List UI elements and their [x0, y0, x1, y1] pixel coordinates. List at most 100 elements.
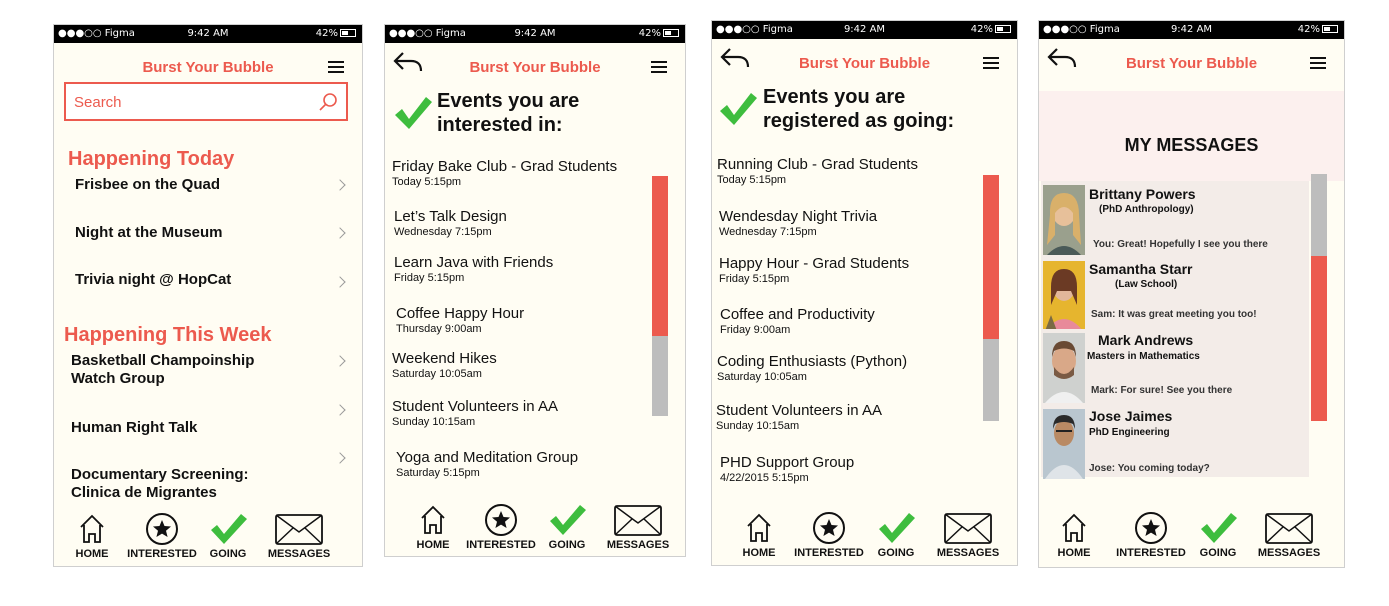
nav-home-label: HOME [742, 547, 776, 559]
nav-messages-label: MESSAGES [936, 547, 1000, 559]
contact-degree: (Law School) [1115, 279, 1178, 290]
message-card[interactable]: Jose Jaimes PhD Engineering Jose: You co… [1041, 405, 1309, 479]
event-time: Friday 9:00am [720, 324, 791, 336]
chevron-right-icon[interactable] [334, 404, 346, 416]
event-item[interactable]: Documentary Screening: Clinica de Migran… [71, 466, 249, 502]
page-title: Events you are registered as going: [763, 85, 954, 133]
event-item[interactable]: Human Right Talk [71, 419, 197, 437]
page-title-line2: interested in: [437, 114, 563, 136]
search-input[interactable]: Search [64, 82, 348, 121]
event-item[interactable]: Basketball Champoinship Watch Group [71, 352, 254, 388]
home-icon [80, 514, 104, 543]
nav-interested[interactable]: INTERESTED [122, 512, 202, 560]
nav-interested[interactable]: INTERESTED [461, 503, 541, 551]
event-list-item[interactable]: Running Club - Grad Students Today 5:15pm [717, 156, 918, 186]
menu-icon[interactable] [651, 61, 667, 76]
avatar [1043, 409, 1085, 479]
message-preview: You: Great! Hopefully I see you there [1093, 239, 1268, 250]
event-name: Weekend Hikes [392, 350, 497, 367]
menu-icon[interactable] [328, 61, 344, 76]
nav-home[interactable]: HOME [70, 512, 114, 560]
event-list-item[interactable]: Yoga and Meditation Group Saturday 5:15pm [396, 449, 578, 479]
nav-interested-label: INTERESTED [794, 547, 864, 559]
nav-interested[interactable]: INTERESTED [1111, 511, 1191, 559]
scrollbar-thumb[interactable] [652, 176, 668, 336]
nav-messages[interactable]: MESSAGES [603, 503, 673, 551]
event-list-item[interactable]: Wendesday Night Trivia Wednesday 7:15pm [719, 208, 877, 238]
nav-going[interactable]: GOING [1194, 511, 1242, 559]
event-list-item[interactable]: Happy Hour - Grad Students Friday 5:15pm [719, 255, 909, 285]
message-card[interactable]: Samantha Starr (Law School) Sam: It was … [1041, 257, 1309, 331]
event-name: Coding Enthusiasts (Python) [717, 353, 908, 370]
chevron-right-icon[interactable] [334, 452, 346, 464]
event-list-item[interactable]: Coding Enthusiasts (Python) Saturday 10:0… [717, 353, 907, 383]
menu-icon[interactable] [983, 57, 999, 72]
chevron-right-icon[interactable] [334, 276, 346, 288]
scrollbar-track[interactable] [1311, 174, 1327, 256]
event-list-item[interactable]: Student Volunteers in AA Sunday 10:15am [716, 402, 882, 432]
event-item[interactable]: Night at the Museum [75, 224, 223, 242]
home-icon [747, 513, 771, 542]
chevron-right-icon[interactable] [334, 227, 346, 239]
search-placeholder: Search [74, 94, 122, 111]
event-list-item[interactable]: Coffee Happy Hour Thursday 9:00am [396, 305, 524, 335]
event-list-item[interactable]: PHD Support Group 4/22/2015 5:15pm [720, 454, 854, 484]
event-name: Running Club - Grad Students [717, 156, 918, 173]
chevron-right-icon[interactable] [334, 179, 346, 191]
contact-name: Mark Andrews [1098, 332, 1194, 348]
contact-degree: PhD Engineering [1089, 427, 1170, 438]
event-name: PHD Support Group [720, 454, 855, 471]
contact-degree: Masters in Mathematics [1087, 351, 1200, 362]
screen-messages: ●●●○○ Figma 9:42 AM 42% Burst Your Bubbl… [1038, 20, 1345, 568]
event-name: Learn Java with Friends [394, 254, 554, 271]
battery-label: 42% [638, 28, 661, 39]
battery-icon [995, 25, 1011, 33]
app-title: Burst Your Bubble [469, 59, 601, 76]
event-list-item[interactable]: Let’s Talk Design Wednesday 7:15pm [394, 208, 507, 238]
scrollbar-thumb[interactable] [983, 175, 999, 339]
star-circle-icon [813, 512, 845, 544]
scrollbar-track[interactable] [983, 339, 999, 421]
event-name: Yoga and Meditation Group [396, 449, 579, 466]
chevron-right-icon[interactable] [334, 355, 346, 367]
event-list-item[interactable]: Learn Java with Friends Friday 5:15pm [394, 254, 553, 284]
scrollbar-thumb[interactable] [1311, 256, 1327, 421]
avatar [1043, 261, 1085, 331]
nav-interested[interactable]: INTERESTED [789, 511, 869, 559]
message-card[interactable]: Brittany Powers (PhD Anthropology) You: … [1041, 181, 1309, 259]
event-list-item[interactable]: Friday Bake Club - Grad Students Today 5:… [392, 158, 617, 188]
event-list-item[interactable]: Student Volunteers in AA Sunday 10:15am [392, 398, 558, 428]
nav-going[interactable]: GOING [872, 511, 920, 559]
nav-home[interactable]: HOME [411, 503, 455, 551]
nav-interested-label: INTERESTED [127, 548, 197, 560]
event-time: Saturday 10:05am [717, 371, 807, 383]
event-list-item[interactable]: Coffee and Productivity Friday 9:00am [720, 306, 875, 336]
search-icon[interactable] [318, 92, 338, 112]
menu-icon[interactable] [1310, 57, 1326, 72]
nav-going[interactable]: GOING [543, 503, 591, 551]
contact-name: Jose Jaimes [1089, 408, 1173, 424]
event-item[interactable]: Frisbee on the Quad [75, 176, 220, 194]
event-item[interactable]: Trivia night @ HopCat [75, 271, 231, 289]
envelope-icon [614, 505, 662, 536]
event-name: Friday Bake Club - Grad Students [392, 158, 618, 175]
event-time: 4/22/2015 5:15pm [720, 472, 809, 484]
bottom-nav: HOME INTERESTED GOING MESSAGES [385, 501, 685, 556]
battery-label: 42% [315, 28, 338, 39]
nav-messages-label: MESSAGES [1257, 547, 1321, 559]
scrollbar-track[interactable] [652, 336, 668, 416]
message-preview: Jose: You coming today? [1089, 463, 1210, 474]
nav-going[interactable]: GOING [204, 512, 252, 560]
nav-messages[interactable]: MESSAGES [1254, 511, 1324, 559]
nav-home[interactable]: HOME [1052, 511, 1096, 559]
bottom-nav: HOME INTERESTED GOING MESSAGES [1039, 509, 1344, 567]
event-list-item[interactable]: Weekend Hikes Saturday 10:05am [392, 350, 497, 380]
nav-messages[interactable]: MESSAGES [933, 511, 1003, 559]
message-card[interactable]: Mark Andrews Masters in Mathematics Mark… [1041, 329, 1309, 405]
nav-messages[interactable]: MESSAGES [264, 512, 334, 560]
nav-messages-label: MESSAGES [606, 539, 670, 551]
event-time: Friday 5:15pm [394, 272, 465, 284]
battery-indicator: 42% [971, 24, 1011, 35]
nav-home[interactable]: HOME [737, 511, 781, 559]
page-title-line1: Events you are [763, 86, 906, 108]
